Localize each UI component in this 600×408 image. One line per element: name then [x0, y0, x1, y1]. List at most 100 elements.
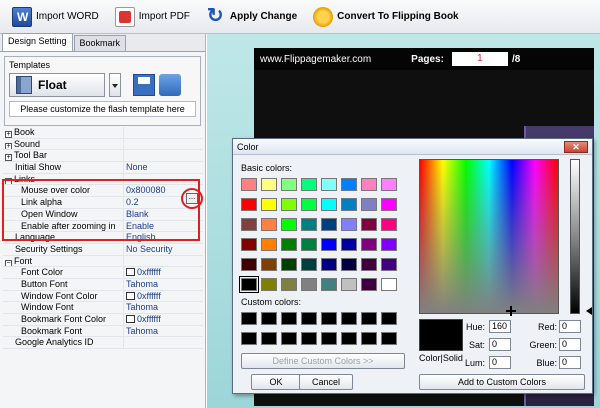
basic-color-swatch[interactable] [241, 258, 257, 271]
basic-color-swatch[interactable] [341, 198, 357, 211]
hue-field[interactable]: 160 [489, 320, 511, 333]
sat-field[interactable]: 0 [489, 338, 511, 351]
basic-color-swatch[interactable] [341, 218, 357, 231]
property-value[interactable]: None [123, 162, 203, 173]
basic-color-swatch[interactable] [361, 278, 377, 291]
apply-change-button[interactable]: Apply Change [200, 3, 303, 30]
basic-color-swatch[interactable] [361, 238, 377, 251]
template-select-button[interactable]: Float [9, 73, 105, 97]
custom-color-swatch[interactable] [241, 332, 257, 345]
custom-color-swatch[interactable] [261, 332, 277, 345]
basic-color-swatch[interactable] [301, 218, 317, 231]
custom-color-swatch[interactable] [361, 312, 377, 325]
basic-color-swatch[interactable] [301, 198, 317, 211]
luminosity-slider[interactable] [570, 159, 580, 314]
property-row[interactable]: Google Analytics ID [3, 337, 203, 350]
expand-icon[interactable]: + [5, 131, 12, 138]
import-word-button[interactable]: Import WORD [6, 4, 105, 30]
property-row[interactable]: − Font [3, 255, 203, 268]
expand-icon[interactable]: + [5, 142, 12, 150]
load-template-icon[interactable] [159, 74, 181, 96]
custom-color-swatch[interactable] [241, 312, 257, 325]
blue-field[interactable]: 0 [559, 356, 581, 369]
custom-color-swatch[interactable] [301, 312, 317, 325]
customize-template-button[interactable]: Please customize the flash template here [9, 101, 196, 117]
property-value[interactable] [123, 127, 203, 138]
custom-color-swatch[interactable] [341, 332, 357, 345]
property-row[interactable]: + Sound [3, 138, 203, 151]
basic-color-swatch[interactable] [341, 258, 357, 271]
basic-color-swatch[interactable] [301, 238, 317, 251]
property-row[interactable]: Window Font Tahoma [3, 302, 203, 314]
page-number-input[interactable]: 1 [451, 52, 508, 66]
basic-color-swatch[interactable] [301, 278, 317, 291]
basic-color-swatch[interactable] [261, 178, 277, 191]
import-pdf-button[interactable]: Import PDF [109, 4, 196, 30]
basic-color-swatch[interactable] [381, 198, 397, 211]
property-value[interactable]: Tahoma [123, 278, 203, 290]
basic-color-swatch[interactable] [281, 218, 297, 231]
cancel-button[interactable]: Cancel [299, 374, 353, 390]
expand-icon[interactable]: + [5, 154, 12, 162]
basic-color-swatch[interactable] [341, 278, 357, 291]
basic-color-swatch[interactable] [361, 198, 377, 211]
property-value[interactable]: No Security [123, 243, 203, 255]
lum-field[interactable]: 0 [489, 356, 511, 369]
basic-color-swatch[interactable] [241, 198, 257, 211]
basic-color-swatch[interactable] [281, 178, 297, 191]
close-icon[interactable]: ✕ [564, 141, 588, 153]
basic-color-swatch[interactable] [261, 218, 277, 231]
basic-color-swatch[interactable] [321, 278, 337, 291]
basic-color-swatch[interactable] [381, 218, 397, 231]
slider-arrow-icon[interactable] [582, 307, 592, 315]
property-row[interactable]: + Tool Bar [3, 150, 203, 163]
basic-color-swatch[interactable] [241, 238, 257, 251]
property-value[interactable]: 0xffffff [123, 314, 203, 325]
collapse-icon[interactable]: − [5, 259, 12, 267]
property-row[interactable]: Button Font Tahoma [3, 278, 203, 291]
basic-color-swatch[interactable] [301, 178, 317, 191]
property-row[interactable]: Window Font Color 0xffffff [3, 290, 203, 303]
custom-color-swatch[interactable] [321, 332, 337, 345]
basic-color-swatch[interactable] [281, 278, 297, 291]
property-value[interactable]: 0xffffff [123, 267, 203, 278]
basic-color-swatch[interactable] [261, 278, 277, 291]
basic-color-swatch[interactable] [321, 178, 337, 191]
basic-color-swatch[interactable] [261, 198, 277, 211]
tab-bookmark[interactable]: Bookmark [73, 35, 127, 51]
basic-color-swatch[interactable] [381, 178, 397, 191]
basic-color-swatch[interactable] [321, 258, 337, 271]
property-value[interactable] [123, 337, 203, 349]
property-row[interactable]: Font Color 0xffffff [3, 267, 203, 279]
basic-color-swatch[interactable] [361, 258, 377, 271]
green-field[interactable]: 0 [559, 338, 581, 351]
basic-color-swatch[interactable] [341, 238, 357, 251]
basic-color-swatch[interactable] [301, 258, 317, 271]
basic-color-swatch[interactable] [381, 258, 397, 271]
property-value[interactable]: Tahoma [123, 325, 203, 337]
basic-color-swatch[interactable] [321, 198, 337, 211]
custom-color-swatch[interactable] [381, 312, 397, 325]
property-row[interactable]: + Book [3, 127, 203, 139]
custom-color-swatch[interactable] [321, 312, 337, 325]
basic-color-swatch[interactable] [381, 278, 397, 291]
property-row[interactable]: Bookmark Font Color 0xffffff [3, 314, 203, 326]
custom-color-swatch[interactable] [301, 332, 317, 345]
basic-color-swatch[interactable] [361, 218, 377, 231]
tab-design-setting[interactable]: Design Setting [2, 33, 73, 51]
define-custom-colors-button[interactable]: Define Custom Colors >> [241, 353, 405, 369]
add-to-custom-colors-button[interactable]: Add to Custom Colors [419, 374, 585, 390]
custom-color-swatch[interactable] [261, 312, 277, 325]
red-field[interactable]: 0 [559, 320, 581, 333]
basic-color-swatch[interactable] [261, 258, 277, 271]
basic-color-swatch[interactable] [241, 218, 257, 231]
basic-color-swatch[interactable] [281, 258, 297, 271]
basic-color-swatch[interactable] [341, 178, 357, 191]
property-row[interactable]: Initial Show None [3, 162, 203, 174]
basic-color-swatch[interactable] [261, 238, 277, 251]
color-spectrum-picker[interactable] [419, 159, 559, 314]
basic-color-swatch[interactable] [381, 238, 397, 251]
basic-color-swatch[interactable] [239, 276, 259, 293]
basic-color-swatch[interactable] [321, 238, 337, 251]
basic-color-swatch[interactable] [321, 218, 337, 231]
